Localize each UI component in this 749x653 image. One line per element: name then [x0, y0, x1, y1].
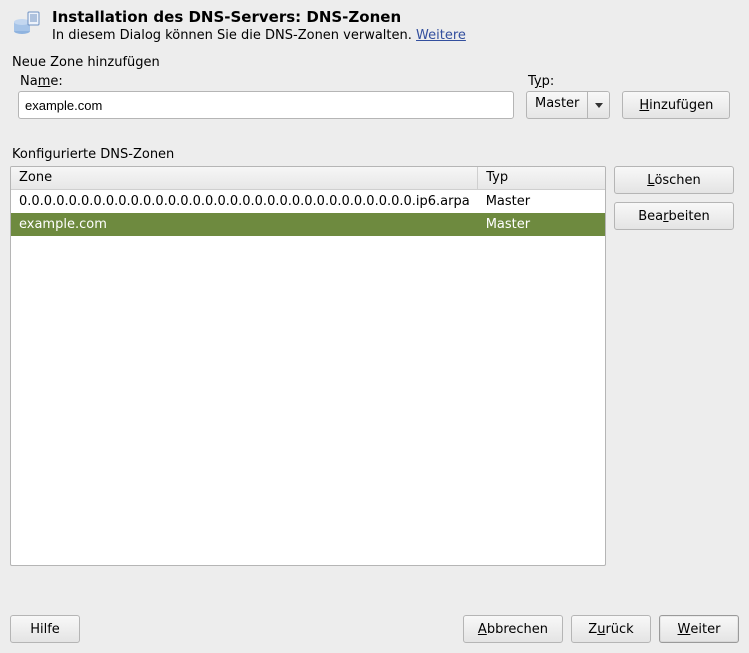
subtitle-text: In diesem Dialog können Sie die DNS-Zone… [52, 28, 416, 43]
zones-table[interactable]: Zone Typ 0.0.0.0.0.0.0.0.0.0.0.0.0.0.0.0… [10, 166, 606, 566]
back-button[interactable]: Zurück [571, 615, 651, 643]
subtitle-more-link[interactable]: Weitere [416, 28, 466, 43]
configured-zones-group-label: Konfigurierte DNS-Zonen [12, 147, 739, 162]
column-header-typ[interactable]: Typ [478, 167, 605, 189]
chevron-down-icon [595, 103, 603, 108]
table-row[interactable]: 0.0.0.0.0.0.0.0.0.0.0.0.0.0.0.0.0.0.0.0.… [11, 189, 605, 213]
zone-type-value: Master [527, 92, 587, 118]
typ-cell: Master [478, 213, 605, 236]
zone-type-select[interactable]: Master [526, 91, 610, 119]
typ-cell: Master [478, 189, 605, 213]
edit-zone-button[interactable]: Bearbeiten [614, 202, 734, 230]
abort-button[interactable]: Abbrechen [463, 615, 563, 643]
type-label: Typ: [528, 74, 610, 89]
page-subtitle: In diesem Dialog können Sie die DNS-Zone… [52, 28, 466, 43]
help-button[interactable]: Hilfe [10, 615, 80, 643]
zone-name-input[interactable] [18, 91, 514, 119]
zone-cell: example.com [11, 213, 478, 236]
dns-install-icon [12, 8, 42, 38]
table-row[interactable]: example.comMaster [11, 213, 605, 236]
zone-cell: 0.0.0.0.0.0.0.0.0.0.0.0.0.0.0.0.0.0.0.0.… [11, 189, 478, 213]
column-header-zone[interactable]: Zone [11, 167, 478, 189]
name-label: Name: [20, 74, 514, 89]
zone-type-dropdown-button[interactable] [587, 92, 609, 118]
delete-zone-button[interactable]: Löschen [614, 166, 734, 194]
add-zone-button[interactable]: Hinzufügen [622, 91, 730, 119]
page-title: Installation des DNS-Servers: DNS-Zonen [52, 8, 466, 26]
next-button[interactable]: Weiter [659, 615, 739, 643]
new-zone-group-label: Neue Zone hinzufügen [12, 55, 739, 70]
